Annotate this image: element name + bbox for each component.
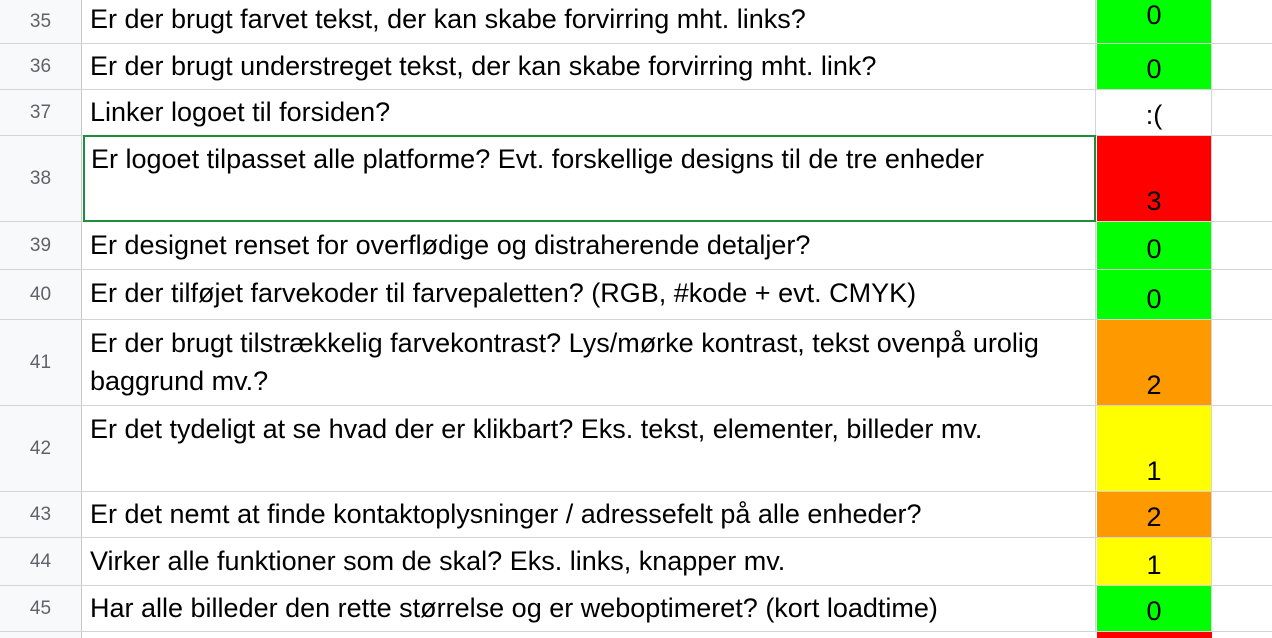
score-cell[interactable]: 3	[1097, 136, 1212, 221]
score-cell[interactable]: 1	[1097, 406, 1212, 491]
empty-cell[interactable]	[1212, 320, 1272, 405]
score-cell[interactable]: 2	[1097, 492, 1212, 537]
row-header[interactable]: 43	[0, 492, 82, 537]
question-cell[interactable]: Virker alle funktioner som de skal? Eks.…	[83, 538, 1096, 585]
question-cell[interactable]: Er der tilføjet farvekoder til farvepale…	[83, 270, 1096, 319]
table-row: 41 Er der brugt tilstrækkelig farvekontr…	[0, 320, 1272, 406]
row-header[interactable]: 37	[0, 90, 82, 135]
question-cell[interactable]: Er det nemt at finde kontaktoplysninger …	[83, 492, 1096, 537]
row-header[interactable]: 36	[0, 44, 82, 89]
empty-cell[interactable]	[1212, 538, 1272, 585]
question-cell[interactable]: Er der brugt understreget tekst, der kan…	[83, 44, 1096, 89]
row-header[interactable]: 45	[0, 586, 82, 631]
table-row: 42 Er det tydeligt at se hvad der er kli…	[0, 406, 1272, 492]
table-row: 35 Er der brugt farvet tekst, der kan sk…	[0, 0, 1272, 44]
row-header[interactable]: 44	[0, 538, 82, 585]
score-cell[interactable]: 2	[1097, 320, 1212, 405]
row-header-partial	[0, 632, 82, 638]
row-header[interactable]: 38	[0, 136, 82, 221]
row-header[interactable]: 40	[0, 270, 82, 319]
table-row: 38 Er logoet tilpasset alle platforme? E…	[0, 135, 1272, 222]
next-row-partial	[0, 632, 1272, 638]
score-cell[interactable]: 0	[1097, 44, 1212, 89]
question-cell-selected[interactable]: Er logoet tilpasset alle platforme? Evt.…	[83, 135, 1096, 222]
question-cell[interactable]: Er designet renset for overflødige og di…	[83, 222, 1096, 269]
score-cell[interactable]: 0	[1097, 222, 1212, 269]
table-row: 40 Er der tilføjet farvekoder til farvep…	[0, 270, 1272, 320]
table-row: 45 Har alle billeder den rette størrelse…	[0, 586, 1272, 632]
table-row: 36 Er der brugt understreget tekst, der …	[0, 44, 1272, 90]
table-row: 37 Linker logoet til forsiden? :(	[0, 90, 1272, 136]
empty-cell[interactable]	[1212, 136, 1272, 221]
empty-cell[interactable]	[1212, 0, 1272, 43]
table-row: 44 Virker alle funktioner som de skal? E…	[0, 538, 1272, 586]
spreadsheet-grid: 35 Er der brugt farvet tekst, der kan sk…	[0, 0, 1272, 638]
empty-cell[interactable]	[1212, 492, 1272, 537]
empty-cell[interactable]	[1212, 406, 1272, 491]
score-cell[interactable]: 0	[1097, 270, 1212, 319]
question-cell[interactable]: Er der brugt farvet tekst, der kan skabe…	[83, 0, 1096, 43]
row-header[interactable]: 35	[0, 0, 82, 43]
score-cell[interactable]: :(	[1097, 90, 1212, 135]
score-cell[interactable]: 0	[1097, 0, 1212, 43]
empty-cell[interactable]	[1212, 270, 1272, 319]
empty-cell[interactable]	[1212, 222, 1272, 269]
table-row: 39 Er designet renset for overflødige og…	[0, 222, 1272, 270]
empty-cell[interactable]	[1212, 44, 1272, 89]
question-cell[interactable]: Er det tydeligt at se hvad der er klikba…	[83, 406, 1096, 491]
table-row: 43 Er det nemt at finde kontaktoplysning…	[0, 492, 1272, 538]
empty-cell[interactable]	[1212, 90, 1272, 135]
empty-cell[interactable]	[1212, 586, 1272, 631]
question-cell[interactable]: Har alle billeder den rette størrelse og…	[83, 586, 1096, 631]
question-cell[interactable]: Er der brugt tilstrækkelig farvekontrast…	[83, 320, 1096, 405]
score-cell-partial	[1097, 632, 1212, 638]
row-header[interactable]: 42	[0, 406, 82, 491]
row-header[interactable]: 39	[0, 222, 82, 269]
question-cell[interactable]: Linker logoet til forsiden?	[83, 90, 1096, 135]
score-cell[interactable]: 1	[1097, 538, 1212, 585]
row-header[interactable]: 41	[0, 320, 82, 405]
score-cell[interactable]: 0	[1097, 586, 1212, 631]
